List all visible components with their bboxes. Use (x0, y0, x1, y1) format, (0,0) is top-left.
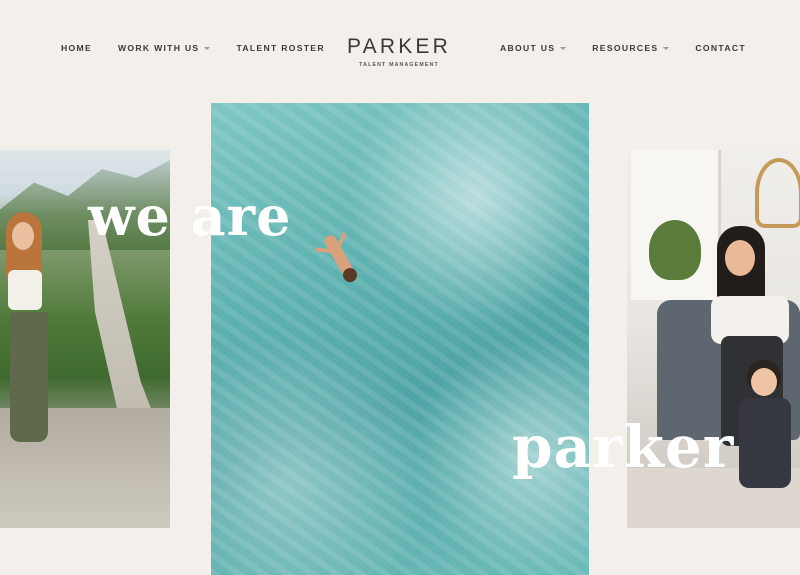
nav-label: WORK WITH US (117, 43, 200, 53)
person-pants (10, 312, 48, 442)
person-face (12, 222, 34, 250)
logo-wordmark: PARKER (347, 35, 451, 58)
child-face (751, 368, 777, 396)
swimmer-arm (337, 232, 347, 247)
hero-photo-center (211, 103, 589, 575)
swimmer-arm (315, 247, 331, 253)
nav-item-home[interactable]: HOME (61, 43, 92, 53)
person-face (725, 240, 755, 276)
nav-item-about-us[interactable]: ABOUT US (500, 43, 567, 53)
photo-plant (649, 220, 701, 280)
chevron-down-icon (204, 46, 211, 50)
hero-headline-top: we are (88, 184, 292, 248)
brand-logo[interactable]: PARKER TALENT MANAGEMENT (340, 35, 458, 68)
person-top (8, 270, 42, 310)
hero-headline-bottom: parker (512, 413, 735, 481)
nav-label: ABOUT US (500, 43, 556, 53)
nav-label: TALENT ROSTER (236, 43, 325, 53)
photo-child (737, 360, 793, 490)
logo-tagline: TALENT MANAGEMENT (359, 62, 439, 68)
nav-label: RESOURCES (592, 43, 659, 53)
nav-label: HOME (61, 43, 92, 53)
child-body (739, 398, 791, 488)
nav-item-contact[interactable]: CONTACT (695, 43, 745, 53)
photo-swimmer (304, 216, 374, 297)
chevron-down-icon (663, 46, 670, 50)
nav-label: CONTACT (695, 43, 746, 53)
nav-item-talent-roster[interactable]: TALENT ROSTER (236, 43, 324, 53)
photo-chair (755, 158, 800, 228)
nav-right: ABOUT US RESOURCES CONTACT (500, 43, 772, 53)
nav-item-resources[interactable]: RESOURCES (592, 43, 670, 53)
nav-item-work-with-us[interactable]: WORK WITH US (117, 43, 211, 53)
nav-left: HOME WORK WITH US TALENT ROSTER (61, 43, 351, 53)
page: HOME WORK WITH US TALENT ROSTER PARKER T… (0, 0, 800, 575)
chevron-down-icon (560, 46, 567, 50)
photo-person (2, 212, 54, 492)
